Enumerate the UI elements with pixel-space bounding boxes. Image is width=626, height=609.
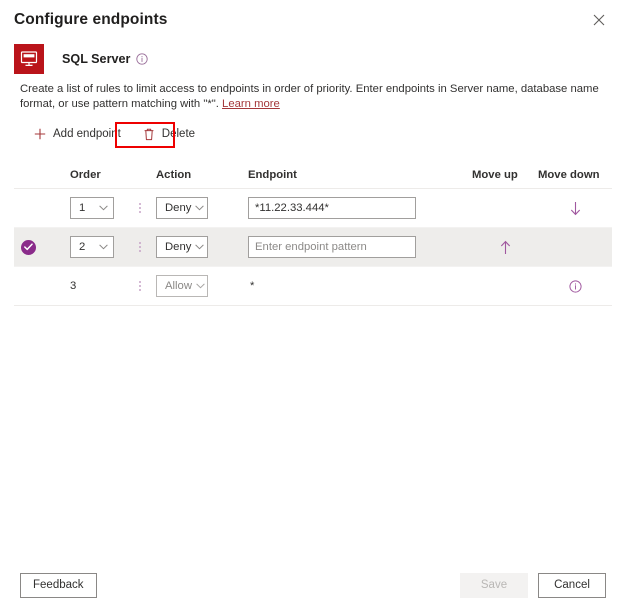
move-up-cell (472, 240, 538, 255)
feedback-button[interactable]: Feedback (20, 572, 97, 598)
sql-server-icon (14, 44, 44, 74)
panel-header: Configure endpoints (0, 0, 626, 40)
chevron-down-icon (195, 205, 205, 211)
action-cell: Deny (156, 197, 246, 219)
column-header-move-up: Move up (472, 169, 518, 181)
panel-footer: Feedback Save Cancel (0, 561, 626, 609)
row-select-cell[interactable] (14, 239, 42, 255)
action-dropdown[interactable]: Deny (156, 197, 208, 219)
description-text: Create a list of rules to limit access t… (20, 82, 606, 112)
arrow-up-icon[interactable] (499, 240, 512, 255)
action-value: Deny (165, 202, 192, 214)
learn-more-link[interactable]: Learn more (222, 98, 280, 110)
endpoints-table: Order Action Endpoint Move up Move down … (14, 162, 612, 306)
chevron-down-icon (99, 205, 108, 211)
action-dropdown[interactable]: Allow (156, 275, 208, 297)
move-down-cell (538, 201, 612, 216)
chevron-down-icon (196, 283, 205, 289)
order-dropdown[interactable]: 2 (70, 236, 114, 258)
drag-handle[interactable] (124, 203, 156, 213)
arrow-down-icon[interactable] (569, 201, 582, 216)
info-icon[interactable] (136, 53, 149, 65)
delete-label: Delete (161, 128, 196, 140)
drag-dots-icon (139, 203, 141, 213)
column-header-action: Action (156, 169, 192, 181)
action-dropdown[interactable]: Deny (156, 236, 208, 258)
save-button[interactable]: Save (460, 572, 528, 598)
order-cell: 3 (42, 280, 124, 292)
plus-icon (32, 128, 48, 140)
add-endpoint-button[interactable]: Add endpoint (30, 123, 123, 145)
order-value: 2 (79, 241, 86, 253)
action-cell: Deny (156, 236, 246, 258)
drag-handle[interactable] (124, 281, 156, 291)
move-down-cell (538, 279, 612, 293)
description-body: Create a list of rules to limit access t… (20, 83, 599, 110)
command-bar: Add endpoint Delete (30, 123, 201, 145)
order-value: 1 (79, 202, 86, 214)
order-value: 3 (70, 280, 77, 292)
trash-icon (141, 128, 157, 141)
endpoint-value: * (250, 280, 255, 292)
drag-dots-icon (139, 281, 141, 291)
chevron-down-icon (195, 244, 205, 250)
column-header-endpoint: Endpoint (248, 169, 297, 181)
page-title: Configure endpoints (14, 11, 168, 28)
table-row[interactable]: 1 Deny (14, 189, 612, 228)
endpoint-cell (246, 236, 472, 258)
table-header-row: Order Action Endpoint Move up Move down (14, 162, 612, 189)
row-info-icon[interactable] (568, 279, 582, 293)
order-cell: 1 (42, 197, 124, 219)
add-endpoint-label: Add endpoint (53, 128, 121, 140)
chevron-down-icon (99, 244, 108, 250)
column-header-move-down: Move down (538, 169, 600, 181)
drag-handle[interactable] (124, 242, 156, 252)
table-row[interactable]: 3 Allow * (14, 267, 612, 306)
table-row[interactable]: 2 Deny (14, 228, 612, 267)
resource-header: SQL Server (14, 44, 149, 74)
endpoint-cell: * (246, 280, 472, 292)
endpoint-cell (246, 197, 472, 219)
column-header-order: Order (70, 169, 101, 181)
order-cell: 2 (42, 236, 124, 258)
cancel-button[interactable]: Cancel (538, 572, 606, 598)
action-cell: Allow (156, 275, 246, 297)
drag-dots-icon (139, 242, 141, 252)
action-value: Deny (165, 241, 192, 253)
close-icon[interactable] (586, 7, 612, 33)
endpoint-input[interactable] (248, 197, 416, 219)
checkmark-icon[interactable] (20, 239, 36, 255)
action-value: Allow (165, 280, 192, 292)
endpoint-input[interactable] (248, 236, 416, 258)
delete-button[interactable]: Delete (137, 121, 201, 147)
order-dropdown[interactable]: 1 (70, 197, 114, 219)
resource-name: SQL Server (62, 52, 131, 66)
